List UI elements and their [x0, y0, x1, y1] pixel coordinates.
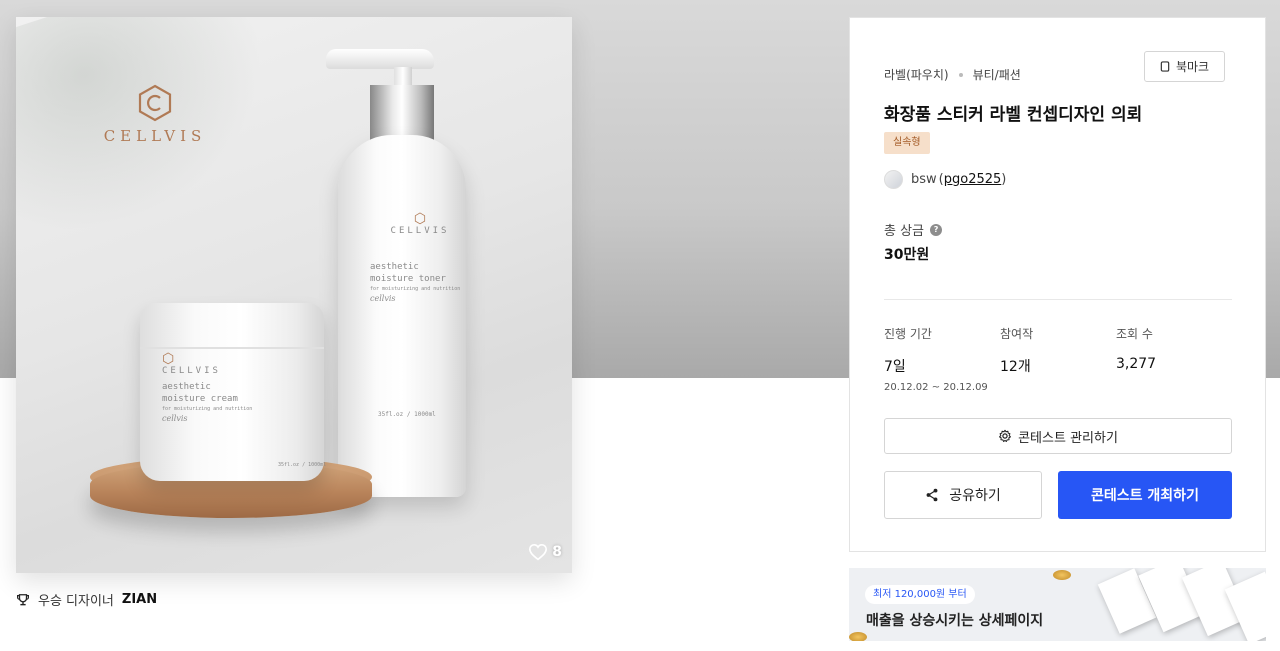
jar-label: ⬡ CELLVIS aesthetic moisture cream for m…: [162, 351, 262, 425]
bottle-label-brand: CELLVIS: [390, 226, 450, 236]
stat-period-range: 20.12.02 ~ 20.12.09: [884, 382, 988, 393]
bookmark-icon: [1160, 61, 1170, 72]
plan-badge: 실속형: [884, 132, 930, 154]
jar-label-line3: for moisturizing and nutrition: [162, 406, 253, 412]
stat-entries-value: 12개: [1000, 359, 1031, 375]
winner-row: 우승 디자이너 ZIAN: [16, 590, 157, 609]
jar-label-script: cellvis: [162, 414, 188, 423]
detail-page-ad-banner[interactable]: 최저 120,000원 부터 매출을 상승시키는 상세페이지: [849, 568, 1266, 641]
stat-entries-label: 참여작: [1000, 327, 1034, 341]
bookmark-button[interactable]: 북마크: [1144, 51, 1225, 82]
host-info[interactable]: bsw(pgo2525): [884, 170, 1006, 189]
coin-icon: [1053, 570, 1071, 580]
bottle-volume: 35fl.oz / 1000ml: [378, 411, 436, 418]
hexagon-logo-icon: [138, 84, 172, 122]
prize-label-text: 총 상금: [884, 224, 925, 239]
ad-title: 매출을 상승시키는 상세페이지: [866, 613, 1044, 629]
bottle-label: ⬡ CELLVIS: [370, 211, 470, 237]
bottle-neck: [370, 85, 434, 141]
host-avatar: [884, 170, 903, 189]
pump-head: [326, 49, 434, 69]
trophy-icon: [17, 593, 29, 605]
manage-contest-label: 콘테스트 관리하기: [1018, 430, 1118, 446]
bottle-label-line3: for moisturizing and nutrition: [370, 286, 461, 292]
brand-name: CELLVIS: [103, 127, 207, 145]
share-icon: [926, 488, 938, 502]
bottle-label-script: cellvis: [370, 294, 396, 303]
category-breadcrumb: 라벨(파우치) 뷰티/패션: [884, 66, 1021, 83]
stat-views-value: 3,277: [1116, 356, 1157, 372]
jar-label-brand: CELLVIS: [162, 366, 221, 376]
stat-period: 진행 기간 7일 20.12.02 ~ 20.12.09: [884, 325, 988, 393]
winner-label: 우승 디자이너: [38, 594, 114, 609]
stat-views: 조회 수 3,277: [1116, 325, 1156, 372]
like-count: 8: [552, 544, 562, 560]
coin-icon: [849, 632, 867, 641]
contest-title: 화장품 스티커 라벨 컨셉디자인 의뢰: [884, 105, 1143, 125]
gear-icon: [999, 429, 1012, 443]
bottle-logo-icon: ⬡: [413, 211, 427, 227]
divider: [884, 299, 1232, 300]
share-button[interactable]: 공유하기: [884, 471, 1042, 519]
stat-entries: 참여작 12개: [1000, 325, 1033, 376]
prize-label: 총 상금 ?: [884, 220, 943, 239]
ad-price-pill: 최저 120,000원 부터: [865, 585, 975, 604]
stat-period-value: 7일: [884, 359, 906, 375]
breadcrumb-separator: [958, 72, 963, 77]
host-name: bsw: [911, 172, 937, 187]
bottle-label-line1: aesthetic: [370, 262, 419, 272]
stat-period-label: 진행 기간: [884, 327, 932, 341]
host-id[interactable]: pgo2525: [944, 172, 1002, 187]
winner-name[interactable]: ZIAN: [122, 592, 157, 607]
host-contest-button[interactable]: 콘테스트 개최하기: [1058, 471, 1232, 519]
product-image[interactable]: CELLVIS ⬡ CELLVIS aesthetic moisture ton…: [16, 17, 572, 573]
bottle-label-line2: moisture toner: [370, 274, 446, 284]
bookmark-label: 북마크: [1175, 60, 1210, 74]
jar-lid-line: [140, 347, 324, 349]
share-label: 공유하기: [949, 488, 1001, 504]
host-paren-close: ): [1001, 172, 1007, 187]
help-icon[interactable]: ?: [930, 223, 943, 236]
contest-info-panel: 라벨(파우치) 뷰티/패션 북마크 화장품 스티커 라벨 컨셉디자인 의뢰 실속…: [849, 17, 1266, 552]
category-link[interactable]: 라벨(파우치): [884, 66, 949, 83]
toner-bottle: [338, 135, 466, 497]
jar-label-line1: aesthetic: [162, 382, 211, 392]
brand-logo: CELLVIS: [90, 83, 220, 145]
jar-logo-icon: ⬡: [162, 351, 175, 367]
bottle-label-copy: aesthetic moisture toner for moisturizin…: [370, 261, 470, 305]
jar-volume: 35fl.oz / 1000ml: [278, 462, 327, 468]
stat-views-label: 조회 수: [1116, 327, 1153, 341]
prize-value: 30만원: [884, 247, 930, 263]
like-button[interactable]: 8: [528, 543, 562, 561]
jar-label-line2: moisture cream: [162, 394, 238, 404]
subcategory-link[interactable]: 뷰티/패션: [973, 66, 1021, 83]
manage-contest-button[interactable]: 콘테스트 관리하기: [884, 418, 1232, 454]
heart-icon: [529, 543, 548, 561]
